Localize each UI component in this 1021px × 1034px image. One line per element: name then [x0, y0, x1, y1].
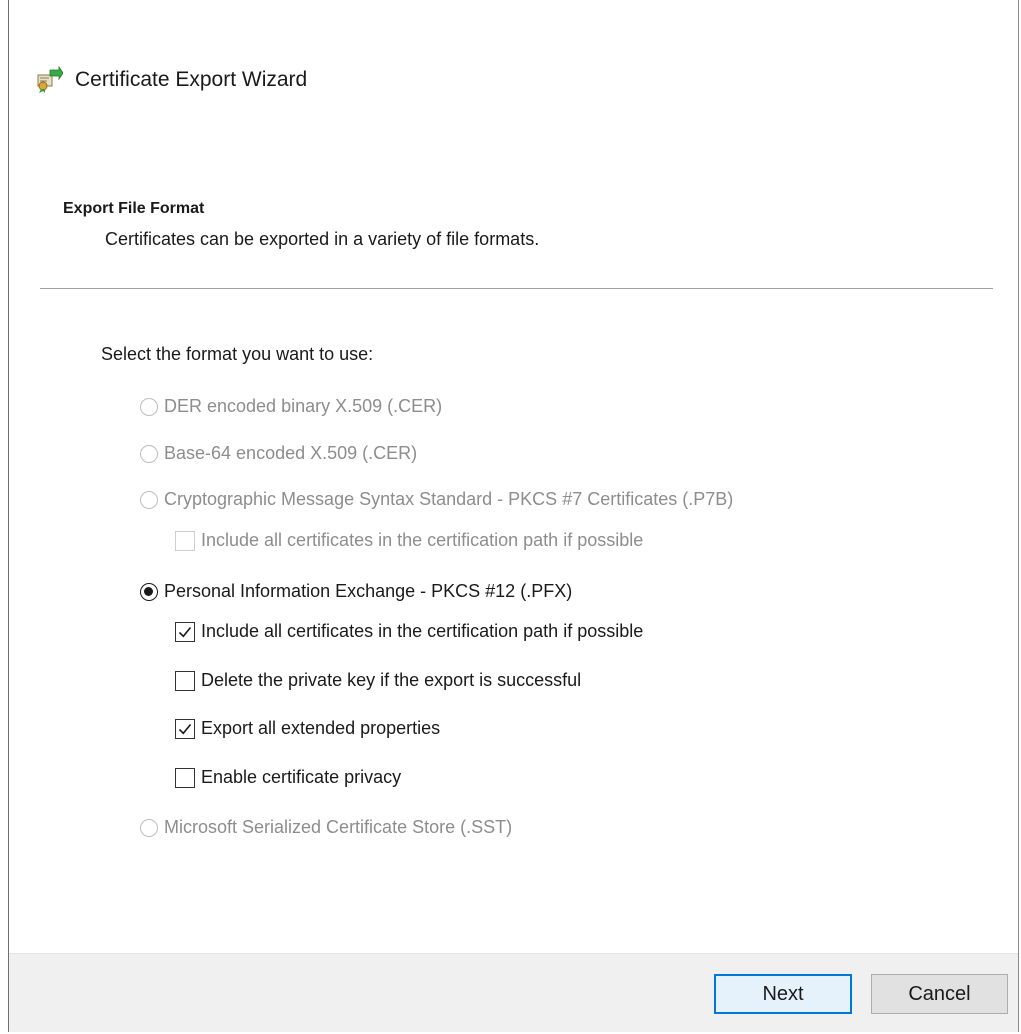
- checkbox-delete-key[interactable]: [175, 670, 195, 691]
- certificate-export-icon: [35, 65, 64, 94]
- radio-der[interactable]: [140, 397, 158, 416]
- checkbox-include-all-option[interactable]: Include all certificates in the certific…: [175, 621, 643, 642]
- radio-pfx-option[interactable]: Personal Information Exchange - PKCS #12…: [140, 581, 572, 602]
- header-divider: [40, 288, 993, 289]
- radio-p7b-label: Cryptographic Message Syntax Standard - …: [164, 489, 734, 509]
- radio-base64-option[interactable]: Base-64 encoded X.509 (.CER): [140, 443, 417, 464]
- checkbox-include-all-label: Include all certificates in the certific…: [201, 621, 644, 641]
- radio-der-label: DER encoded binary X.509 (.CER): [164, 396, 443, 416]
- checkbox-privacy-option[interactable]: Enable certificate privacy: [175, 767, 401, 788]
- checkbox-include-all[interactable]: [175, 621, 195, 642]
- radio-sst-label: Microsoft Serialized Certificate Store (…: [164, 817, 513, 837]
- checkbox-p7b-include-all-label: Include all certificates in the certific…: [201, 530, 644, 550]
- checkbox-delete-key-option[interactable]: Delete the private key if the export is …: [175, 670, 581, 691]
- cancel-button[interactable]: Cancel: [871, 974, 1008, 1014]
- next-button[interactable]: Next: [714, 974, 852, 1014]
- wizard-footer: Next Cancel: [9, 953, 1018, 1032]
- checkmark-icon: [178, 626, 192, 637]
- radio-base64[interactable]: [140, 444, 158, 463]
- format-prompt: Select the format you want to use:: [101, 344, 374, 364]
- window-title: Certificate Export Wizard: [75, 68, 308, 91]
- radio-p7b[interactable]: [140, 490, 158, 509]
- radio-sst[interactable]: [140, 818, 158, 837]
- radio-pfx[interactable]: [140, 582, 158, 601]
- checkbox-export-extended-label: Export all extended properties: [201, 718, 441, 738]
- checkbox-privacy[interactable]: [175, 767, 195, 788]
- radio-sst-option[interactable]: Microsoft Serialized Certificate Store (…: [140, 817, 512, 838]
- checkbox-delete-key-label: Delete the private key if the export is …: [201, 670, 582, 690]
- radio-base64-label: Base-64 encoded X.509 (.CER): [164, 443, 418, 463]
- wizard-window: Certificate Export Wizard Export File Fo…: [8, 0, 1019, 1032]
- checkmark-icon: [178, 723, 192, 734]
- checkbox-p7b-include-all[interactable]: [175, 530, 195, 551]
- checkbox-export-extended[interactable]: [175, 718, 195, 739]
- radio-p7b-option[interactable]: Cryptographic Message Syntax Standard - …: [140, 489, 733, 510]
- radio-pfx-label: Personal Information Exchange - PKCS #12…: [164, 581, 573, 601]
- checkbox-privacy-label: Enable certificate privacy: [201, 767, 402, 787]
- section-heading: Export File Format: [63, 200, 205, 217]
- section-description: Certificates can be exported in a variet…: [105, 229, 540, 249]
- radio-der-option[interactable]: DER encoded binary X.509 (.CER): [140, 396, 442, 417]
- checkbox-export-extended-option[interactable]: Export all extended properties: [175, 718, 440, 739]
- checkbox-p7b-include-all-option[interactable]: Include all certificates in the certific…: [175, 530, 643, 551]
- title-row: Certificate Export Wizard: [35, 65, 308, 94]
